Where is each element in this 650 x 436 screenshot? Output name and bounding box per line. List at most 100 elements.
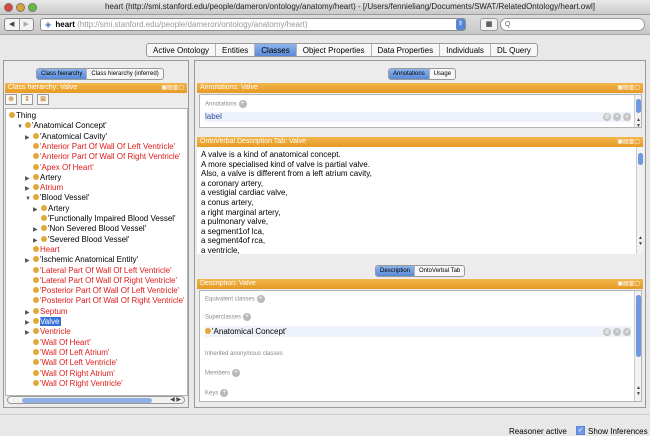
tree-item[interactable]: 'Posterior Part Of Wall Of Right Ventric… [25,296,185,305]
tree-item[interactable]: ▶ 'Ischemic Anatomical Entity' [25,255,138,264]
tree-item[interactable]: 'Apex Of Heart' [25,163,94,172]
ontoverbal-scrollbar[interactable]: ▲ ▼ [636,147,643,254]
view-controls-icon[interactable]: ▣▤▥▢ [161,83,184,93]
edit-icon[interactable]: o [623,113,631,121]
tree-item[interactable]: ▼ 'Blood Vessel' [25,193,89,202]
delete-icon[interactable]: × [613,113,621,121]
tree-item-label: Atrium [40,183,64,193]
tree-item[interactable]: 'Anterior Part Of Wall Of Right Ventricl… [25,152,181,161]
scroll-arrows-icon[interactable]: ▲ ▼ [635,385,641,397]
add-key-icon[interactable]: + [220,389,229,397]
find-icon[interactable]: ▦ [480,18,498,31]
tree-item[interactable]: ▶ Artery [33,204,69,213]
tab-active-ontology[interactable]: Active Ontology [147,44,217,56]
scroll-arrows-icon[interactable]: ▲ ▼ [637,235,643,247]
tree-item-label: Heart [40,244,60,254]
back-arrow-icon[interactable]: ◀ [5,19,19,30]
view-controls-icon[interactable]: ▣▤▥▢ [617,137,640,147]
ontoverbal-line: a right marginal artery, [201,207,281,217]
tree-item[interactable]: 'Wall Of Heart' [25,338,91,347]
tree-item[interactable]: ▼ 'Anatomical Concept' [17,121,107,130]
delete-icon[interactable]: × [613,328,621,336]
add-member-icon[interactable]: + [232,369,241,377]
close-window-button[interactable] [4,3,13,12]
tab-object-properties[interactable]: Object Properties [297,44,372,56]
class-icon [33,318,39,324]
main-tab-strip: Active Ontology Entities Classes Object Pro… [146,43,538,57]
search-input[interactable]: Q [500,18,645,31]
annotation-row[interactable]: label [205,112,631,122]
tree-item[interactable]: ▶ 'Anatomical Cavity' [25,132,107,141]
scroll-thumb[interactable] [636,99,641,113]
tree-item-label: 'Posterior Part Of Wall Of Left Ventricl… [40,286,180,296]
tree-item[interactable]: 'Anterior Part Of Wall Of Left Ventricle… [25,142,175,151]
tree-item[interactable]: ▶ Ventricle [25,327,71,336]
description-scrollbar[interactable]: ▲ ▼ [634,291,641,401]
tab-entities[interactable]: Entities [216,44,256,56]
tab-classes[interactable]: Classes [255,44,297,56]
ontology-selector[interactable]: ◈ heart (http://smi.stanford.edu/people/… [40,18,466,31]
scroll-thumb[interactable] [636,295,641,357]
tree-horizontal-scrollbar[interactable]: ◀ ▶ [7,396,185,404]
tree-item[interactable]: ▶ Valve [25,317,62,326]
tree-item[interactable]: 'Functionally Impaired Blood Vessel' [33,214,176,223]
keys-label: Keys + [205,389,229,397]
tree-item[interactable]: 'Lateral Part Of Wall Of Left Ventricle' [25,266,172,275]
tree-item[interactable]: ▶ Septum [25,307,68,316]
tree-item[interactable]: 'Wall Of Left Ventricle' [25,358,117,367]
tab-dl-query[interactable]: DL Query [491,44,537,56]
tree-item-label: 'Anatomical Cavity' [40,131,108,141]
tree-item[interactable]: 'Wall Of Left Atrium' [25,348,109,357]
superclass-name: 'Anatomical Concept' [212,327,287,336]
tree-item[interactable]: 'Posterior Part Of Wall Of Left Ventricl… [25,286,179,295]
subtab-usage[interactable]: Usage [430,69,455,79]
show-inferences-checkbox[interactable]: ✓ [576,426,585,435]
annotation-label: label [205,112,222,121]
annotations-scrollbar[interactable]: ▲ ▼ [634,95,641,127]
scroll-arrows-icon[interactable]: ◀ ▶ [170,396,181,403]
class-icon [33,142,39,149]
scroll-thumb[interactable] [638,153,643,165]
info-icon[interactable]: @ [603,328,611,336]
tree-item[interactable]: ▶ 'Severed Blood Vessel' [33,235,129,244]
scroll-arrows-icon[interactable]: ▲ ▼ [635,117,641,127]
tree-item[interactable]: Heart [25,245,60,254]
ontology-name: heart [55,20,75,29]
minimize-window-button[interactable] [16,3,25,12]
tree-item[interactable]: ▶ Artery [25,173,61,182]
tab-individuals[interactable]: Individuals [440,44,491,56]
tab-data-properties[interactable]: Data Properties [372,44,441,56]
subtab-annotations[interactable]: Annotations [389,69,430,79]
tree-item[interactable]: 'Wall Of Right Atrium' [25,369,115,378]
tree-item[interactable]: Thing [9,111,36,120]
class-tree[interactable]: Thing ▼ 'Anatomical Concept' ▶ 'Anatomical C… [5,108,188,396]
ontoverbal-line: a pulmonary valve, [201,217,269,227]
forward-arrow-icon[interactable]: ▶ [18,19,34,30]
expanded-arrow-icon[interactable]: ▼ [25,195,33,204]
subtab-description[interactable]: Description [376,266,416,276]
tree-item[interactable]: ▶ Atrium [25,183,63,192]
add-sibling-icon[interactable]: ⇕ [21,94,33,105]
zoom-window-button[interactable] [28,3,37,12]
view-controls-icon[interactable]: ▣▤▥▢ [617,83,640,93]
expanded-arrow-icon[interactable]: ▼ [17,123,25,132]
subtab-class-hierarchy-inferred[interactable]: Class hierarchy (inferred) [87,69,162,79]
add-superclass-icon[interactable]: + [243,313,252,321]
info-icon[interactable]: @ [603,113,611,121]
subtab-ontoverbal-tab[interactable]: OntoVerbal Tab [415,266,464,276]
superclass-row[interactable]: 'Anatomical Concept' [205,326,631,337]
inherited-classes-label: Inherited anonymous classes [205,351,283,357]
tree-item[interactable]: ▶ 'Non Severed Blood Vessel' [33,224,146,233]
view-controls-icon[interactable]: ▣▤▥▢ [617,279,640,289]
add-equivalent-icon[interactable]: + [256,295,265,303]
edit-icon[interactable]: o [623,328,631,336]
subtab-class-hierarchy[interactable]: Class hierarchy [37,69,88,79]
description-title: Description: Valve [200,280,256,287]
tree-item[interactable]: 'Lateral Part Of Wall Of Right Ventricle… [25,276,177,285]
ontology-dropdown-icon[interactable]: ⇕ [456,19,465,30]
add-annotation-icon[interactable]: + [238,100,247,108]
scroll-thumb[interactable] [22,398,152,403]
tree-item[interactable]: 'Wall Of Right Ventricle' [25,379,123,388]
delete-class-icon[interactable]: ⊠ [37,94,49,105]
add-subclass-icon[interactable]: ⊕ [5,94,17,105]
